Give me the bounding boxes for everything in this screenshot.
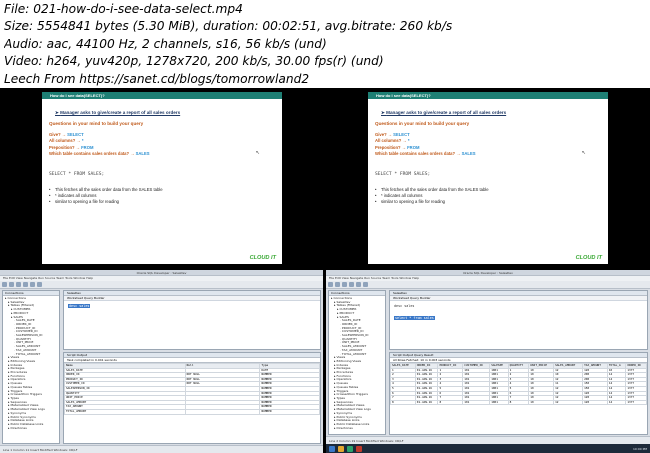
- size-line: Size: 5554841 bytes (5.30 MiB), duration…: [4, 19, 453, 34]
- ide-toolbar: [326, 281, 650, 289]
- sql-worksheet[interactable]: SalesDev Worksheet Query Builder desc sa…: [389, 290, 648, 350]
- table-cell: 101: [462, 399, 491, 406]
- oracle-icon[interactable]: [356, 445, 362, 452]
- start-icon[interactable]: [329, 445, 335, 452]
- slide-title: How do I see data(SELECT)?: [368, 92, 608, 99]
- slide-questions-heading: Questions in your mind to build your que…: [375, 121, 470, 126]
- table-row[interactable]: 8 01-JAN-16 8 101 1001 8 10 12 120 14 1377: [390, 399, 647, 406]
- query-result-grid[interactable]: SALES_DATE ORDER_ID PRODUCT_ID CUSTOMER_ID S…: [390, 363, 647, 406]
- sql-worksheet[interactable]: SalesDev Worksheet Query Builder desc sa…: [63, 290, 321, 350]
- tree-node[interactable]: ▸ Directories: [331, 426, 383, 431]
- table-cell: 1377: [625, 399, 647, 406]
- sql-code[interactable]: desc sales: [64, 301, 320, 311]
- file-line: File: 021-how-do-i-see-data-select.mp4: [4, 2, 243, 16]
- table-cell: NUMBER: [259, 408, 320, 415]
- save-icon[interactable]: [16, 282, 21, 287]
- source-line: Leech From https://sanet.cd/blogs/tomorr…: [4, 71, 310, 86]
- mouse-cursor-icon: ↖: [255, 150, 260, 156]
- slide-bullet: similar to opening a file for reading: [375, 199, 601, 206]
- qa-line: Which table contains sales orders data? …: [49, 151, 150, 157]
- save-icon[interactable]: [342, 282, 347, 287]
- audio-line: Audio: aac, 44100 Hz, 2 channels, s16, 5…: [4, 36, 327, 51]
- mouse-cursor-icon: ↖: [581, 150, 586, 156]
- new-icon[interactable]: [328, 282, 333, 287]
- table-cell: TOTAL_AMOUNT: [64, 408, 186, 415]
- slide-bullet: similar to opening a file for reading: [49, 199, 275, 206]
- ide-thumb-1: Oracle SQL Developer : SalesDev File Edi…: [0, 270, 323, 453]
- table-cell: 14: [606, 399, 627, 406]
- explorer-icon[interactable]: [338, 445, 344, 452]
- windows-taskbar: 10:00 PM: [326, 444, 650, 453]
- sql-code[interactable]: desc sales select * from sales: [390, 301, 647, 323]
- slide-sql: SELECT * FROM SALES;: [375, 171, 431, 177]
- new-icon[interactable]: [2, 282, 7, 287]
- run-icon[interactable]: [363, 282, 368, 287]
- slide-questions-heading: Questions in your mind to build your que…: [49, 121, 144, 126]
- undo-icon[interactable]: [349, 282, 354, 287]
- table-cell: 8: [507, 399, 530, 406]
- connections-tree[interactable]: ▸ Connections ▸ SalesDev ▸ Tables (Filtere…: [3, 296, 59, 431]
- table-cell: 01-JAN-16: [414, 399, 439, 406]
- slide-sql: SELECT * FROM SALES;: [49, 171, 105, 177]
- connections-panel: Connections ▸ Connections ▸ SalesDev ▸ Tab…: [328, 290, 386, 435]
- cloud-it-logo: CLOUD IT: [249, 255, 276, 261]
- slide-thumb-1: How do I see data(SELECT)? ➤ Manager ask…: [0, 88, 323, 268]
- file-info-header: File: 021-how-do-i-see-data-select.mp4 S…: [0, 0, 650, 88]
- slide-thumb-2: How do I see data(SELECT)? ➤ Manager ask…: [326, 88, 650, 268]
- table-cell: 10: [528, 399, 555, 406]
- qa-line: Which table contains sales orders data? …: [375, 151, 476, 157]
- redo-icon[interactable]: [356, 282, 361, 287]
- connections-panel: Connections ▸ Connections ▸ SalesDev ▸ Tab…: [2, 290, 60, 444]
- taskbar-clock: 10:00 PM: [633, 446, 647, 451]
- tree-node[interactable]: ▸ Directories: [5, 426, 57, 431]
- table-cell: 1001: [489, 399, 509, 406]
- undo-icon[interactable]: [23, 282, 28, 287]
- redo-icon[interactable]: [30, 282, 35, 287]
- table-cell: 8: [390, 399, 416, 406]
- open-icon[interactable]: [9, 282, 14, 287]
- sql-line-1: desc sales: [394, 304, 415, 308]
- connections-tree[interactable]: ▸ Connections ▸ SalesDev ▸ Tables (Filtere…: [329, 296, 385, 431]
- slide-title: How do I see data(SELECT)?: [42, 92, 282, 99]
- script-output-panel: Script Output Task completed in 0.041 se…: [63, 352, 321, 444]
- table-cell: 8: [437, 399, 464, 406]
- describe-output: Name Null Type SALES_DATE DATE ORDER_ID NOT NU…: [64, 363, 320, 415]
- ide-thumb-2: Oracle SQL Developer : SalesDev File Edi…: [326, 270, 650, 444]
- query-result-panel: Script Output Query Result All Rows Fetc…: [389, 352, 648, 435]
- ide-toolbar: [0, 281, 323, 289]
- table-cell: 120: [582, 399, 608, 406]
- slide-task: ➤ Manager asks to give/create a report o…: [55, 110, 181, 115]
- slide-task: ➤ Manager asks to give/create a report o…: [381, 110, 507, 115]
- sql-line-2: select * from sales: [394, 316, 435, 320]
- table-cell: [184, 408, 261, 415]
- slide: How do I see data(SELECT)? ➤ Manager ask…: [368, 92, 608, 264]
- status-bar: Line 1 Column 11 Insert Modified Windows…: [0, 445, 323, 453]
- cloud-it-logo: CLOUD IT: [575, 255, 602, 261]
- status-bar: Line 2 Column 19 Insert Modified Windows…: [326, 436, 650, 444]
- run-icon[interactable]: [37, 282, 42, 287]
- app-icon[interactable]: [347, 445, 353, 452]
- slide: How do I see data(SELECT)? ➤ Manager ask…: [42, 92, 282, 264]
- open-icon[interactable]: [335, 282, 340, 287]
- table-cell: 12: [553, 399, 584, 406]
- video-line: Video: h264, yuv420p, 1278x720, 200 kb/s…: [4, 54, 384, 69]
- table-row[interactable]: TOTAL_AMOUNT NUMBER: [64, 408, 320, 415]
